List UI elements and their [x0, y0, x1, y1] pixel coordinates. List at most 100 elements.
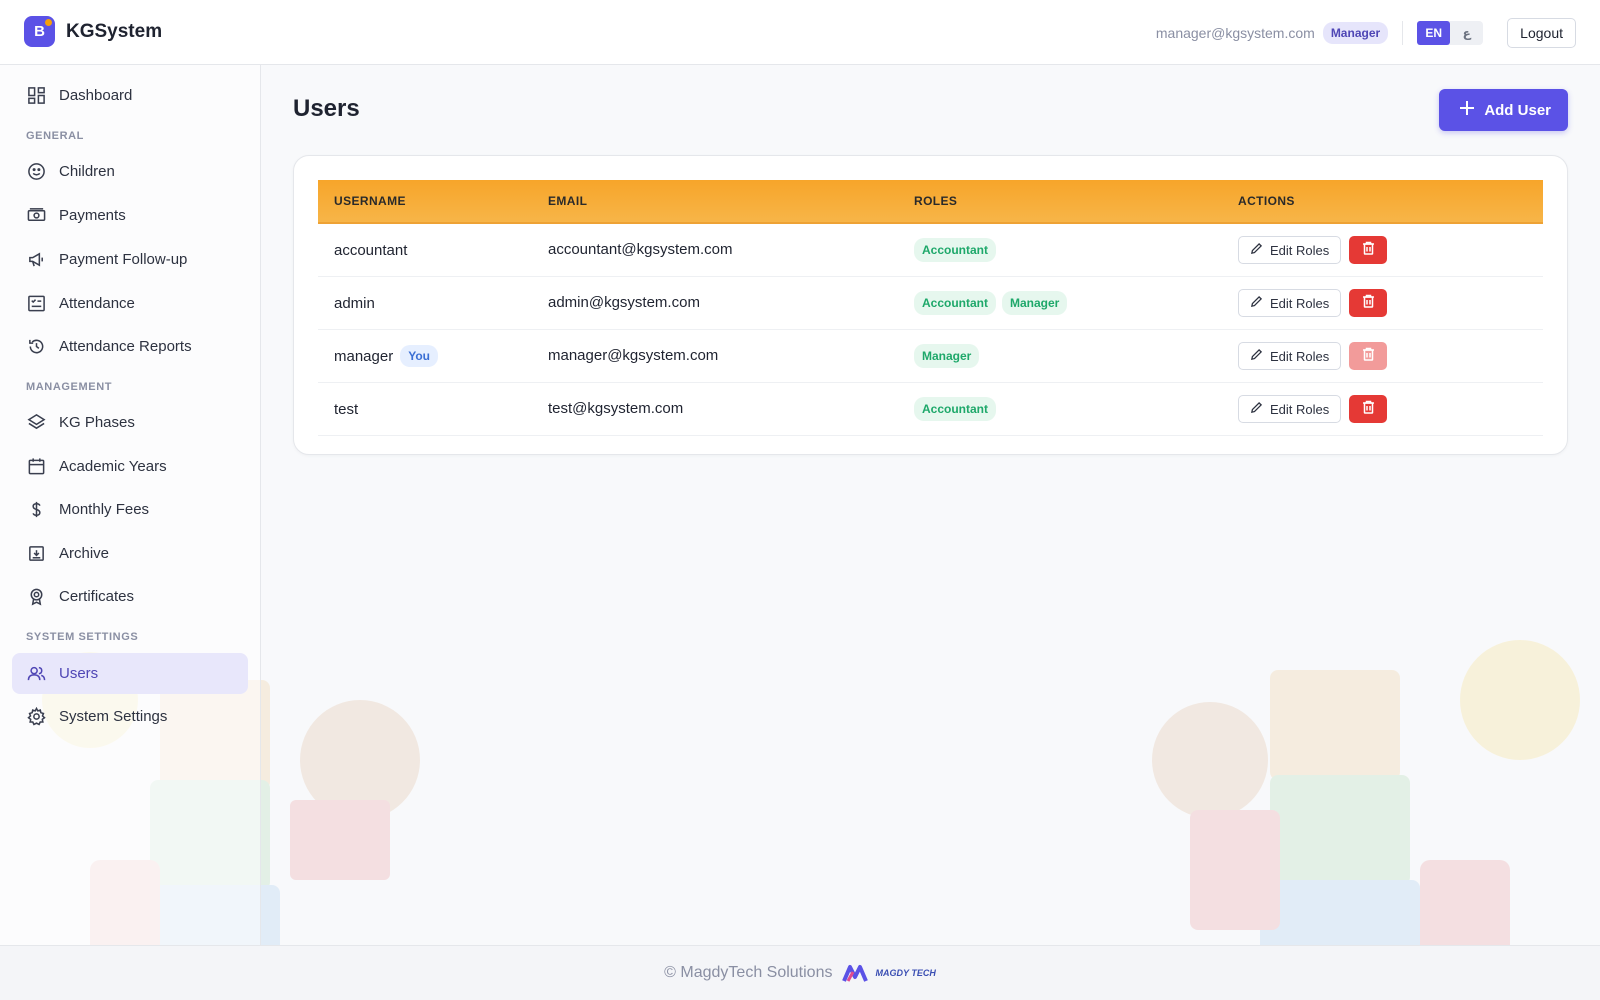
section-management: MANAGEMENT	[26, 381, 113, 393]
layers-icon	[26, 413, 46, 433]
sidebar-item-certificates[interactable]: Certificates	[12, 576, 248, 617]
sidebar: Dashboard GENERAL Children Payments Paym…	[0, 65, 261, 945]
users-card: USERNAME EMAIL ROLES ACTIONS accountant …	[293, 155, 1568, 455]
footer-copyright: © MagdyTech Solutions	[664, 964, 833, 981]
lang-ar-button[interactable]: ع	[1450, 21, 1483, 45]
sidebar-item-academic-years[interactable]: Academic Years	[12, 446, 248, 487]
email-cell: admin@kgsystem.com	[548, 294, 700, 311]
email-cell: test@kgsystem.com	[548, 400, 684, 417]
sidebar-item-label: Archive	[59, 545, 110, 562]
header-divider	[1402, 21, 1404, 45]
lang-en-button[interactable]: EN	[1417, 21, 1451, 45]
delete-user-button[interactable]	[1349, 395, 1388, 423]
table-row: test test@kgsystem.com Accountant Edit R…	[318, 383, 1543, 436]
column-header-roles: ROLES	[914, 194, 958, 208]
add-user-button[interactable]: Add User	[1439, 89, 1568, 131]
main-content: Users Add User USERNAME EMAIL ROLES ACTI…	[262, 65, 1600, 945]
sidebar-item-payment-followup[interactable]: Payment Follow-up	[12, 239, 248, 280]
edit-roles-label: Edit Roles	[1270, 242, 1330, 258]
sidebar-item-children[interactable]: Children	[12, 151, 248, 192]
dollar-icon	[26, 500, 46, 520]
brand-logo: B	[24, 16, 55, 47]
sidebar-item-label: KG Phases	[59, 414, 135, 431]
column-header-actions: ACTIONS	[1238, 194, 1295, 208]
username-cell: admin	[334, 294, 375, 312]
users-icon	[26, 664, 46, 684]
sidebar-item-label: Monthly Fees	[59, 501, 150, 518]
current-user-role-badge: Manager	[1322, 22, 1389, 44]
archive-icon	[26, 544, 46, 564]
pencil-icon	[1250, 242, 1263, 258]
gear-icon	[26, 707, 46, 727]
edit-roles-button[interactable]: Edit Roles	[1238, 236, 1342, 264]
section-general: GENERAL	[26, 130, 84, 142]
sidebar-item-label: Dashboard	[59, 87, 133, 104]
sidebar-item-label: Payments	[59, 207, 126, 224]
table-row: accountant accountant@kgsystem.com Accou…	[318, 224, 1543, 277]
trash-icon	[1362, 347, 1375, 366]
page-title: Users	[293, 95, 360, 122]
pencil-icon	[1250, 295, 1263, 311]
sidebar-item-label: Users	[59, 665, 99, 682]
trash-icon	[1362, 241, 1375, 260]
sidebar-item-monthly-fees[interactable]: Monthly Fees	[12, 489, 248, 530]
sidebar-item-archive[interactable]: Archive	[12, 533, 248, 574]
brand-logo-dot	[45, 19, 52, 26]
top-header: B KGSystem manager@kgsystem.com Manager …	[0, 0, 1600, 65]
sidebar-item-dashboard[interactable]: Dashboard	[12, 75, 248, 116]
sidebar-item-attendance-reports[interactable]: Attendance Reports	[12, 326, 248, 367]
brand[interactable]: B KGSystem	[24, 16, 162, 47]
edit-roles-label: Edit Roles	[1270, 295, 1330, 311]
sidebar-item-label: Academic Years	[59, 458, 167, 475]
plus-icon	[1459, 100, 1475, 120]
history-icon	[26, 337, 46, 357]
megaphone-icon	[26, 250, 46, 270]
calendar-icon	[26, 457, 46, 477]
role-badge: Accountant	[914, 238, 996, 262]
sidebar-item-attendance[interactable]: Attendance	[12, 283, 248, 324]
sidebar-item-label: Attendance	[59, 295, 135, 312]
app-name: KGSystem	[66, 20, 163, 42]
you-badge: You	[400, 345, 438, 367]
sidebar-item-payments[interactable]: Payments	[12, 195, 248, 236]
email-cell: accountant@kgsystem.com	[548, 241, 733, 258]
edit-roles-label: Edit Roles	[1270, 348, 1330, 364]
delete-user-button[interactable]	[1349, 236, 1388, 264]
sidebar-item-label: Attendance Reports	[59, 338, 192, 355]
magdytech-logo: MAGDY TECH	[842, 963, 936, 983]
delete-user-button[interactable]	[1349, 289, 1388, 317]
sidebar-item-system-settings[interactable]: System Settings	[12, 696, 248, 737]
edit-roles-button[interactable]: Edit Roles	[1238, 289, 1342, 317]
sidebar-item-label: System Settings	[59, 708, 168, 725]
username-cell: manager	[334, 347, 394, 365]
pencil-icon	[1250, 401, 1263, 417]
sidebar-item-users[interactable]: Users	[12, 653, 248, 694]
logout-button[interactable]: Logout	[1507, 18, 1576, 48]
table-header: USERNAME EMAIL ROLES ACTIONS	[318, 180, 1543, 224]
column-header-email: EMAIL	[548, 194, 588, 208]
checklist-icon	[26, 294, 46, 314]
users-table: USERNAME EMAIL ROLES ACTIONS accountant …	[318, 180, 1543, 436]
role-badge: Manager	[1002, 291, 1068, 315]
pencil-icon	[1250, 348, 1263, 364]
edit-roles-button[interactable]: Edit Roles	[1238, 342, 1342, 370]
trash-icon	[1362, 294, 1375, 313]
edit-roles-label: Edit Roles	[1270, 401, 1330, 417]
sidebar-item-kg-phases[interactable]: KG Phases	[12, 402, 248, 443]
edit-roles-button[interactable]: Edit Roles	[1238, 395, 1342, 423]
current-user-email: manager@kgsystem.com	[1155, 25, 1315, 41]
column-header-username: USERNAME	[334, 194, 406, 208]
header-user-area: manager@kgsystem.com Manager EN ع Logout	[1156, 18, 1576, 48]
sidebar-item-label: Children	[59, 163, 115, 180]
email-cell: manager@kgsystem.com	[548, 347, 719, 364]
role-badge: Accountant	[914, 291, 996, 315]
language-switcher: EN ع	[1417, 21, 1484, 45]
section-system-settings: SYSTEM SETTINGS	[26, 631, 139, 643]
role-badge: Accountant	[914, 397, 996, 421]
dashboard-icon	[26, 86, 46, 106]
table-row: manager You manager@kgsystem.com Manager…	[318, 330, 1543, 383]
table-row: admin admin@kgsystem.com Accountant Mana…	[318, 277, 1543, 330]
role-badge: Manager	[914, 344, 980, 368]
sidebar-item-label: Certificates	[59, 588, 135, 605]
delete-user-button-disabled	[1349, 342, 1388, 370]
